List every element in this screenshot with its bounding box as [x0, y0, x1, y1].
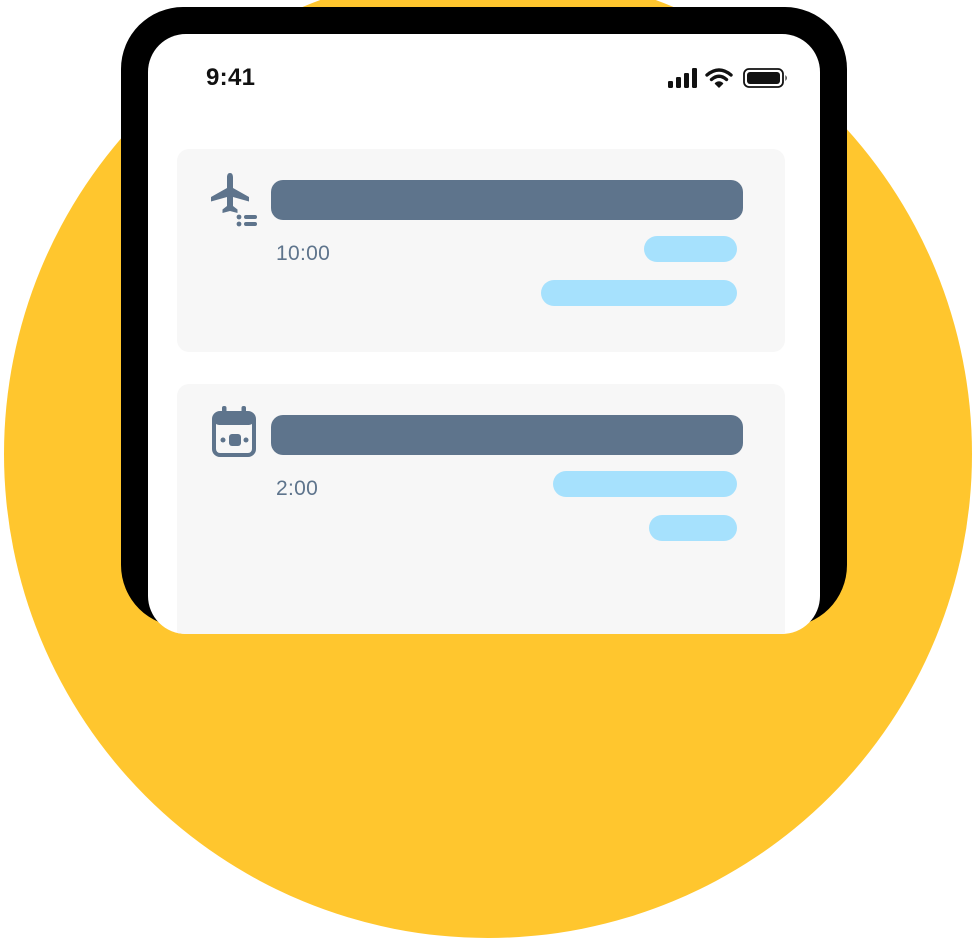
battery-icon: [743, 68, 787, 88]
time-label: 2:00: [276, 477, 319, 500]
phone-screen: 9:41 10:00 2:00: [148, 34, 820, 634]
detail-placeholder-pill: [541, 280, 737, 306]
wifi-icon: [705, 68, 733, 88]
detail-placeholder-pill: [553, 471, 737, 497]
airplane-departure-icon: [211, 173, 257, 227]
cellular-signal-icon: [668, 68, 697, 88]
flight-card[interactable]: 10:00: [177, 149, 785, 352]
time-label: 10:00: [276, 242, 331, 265]
status-bar-icons: [667, 67, 789, 89]
calendar-card[interactable]: 2:00: [177, 384, 785, 634]
title-placeholder-bar: [271, 180, 743, 220]
status-bar-time: 9:41: [206, 64, 256, 91]
calendar-event-icon: [212, 406, 256, 457]
detail-placeholder-pill: [644, 236, 737, 262]
detail-placeholder-pill: [649, 515, 737, 541]
title-placeholder-bar: [271, 415, 743, 455]
